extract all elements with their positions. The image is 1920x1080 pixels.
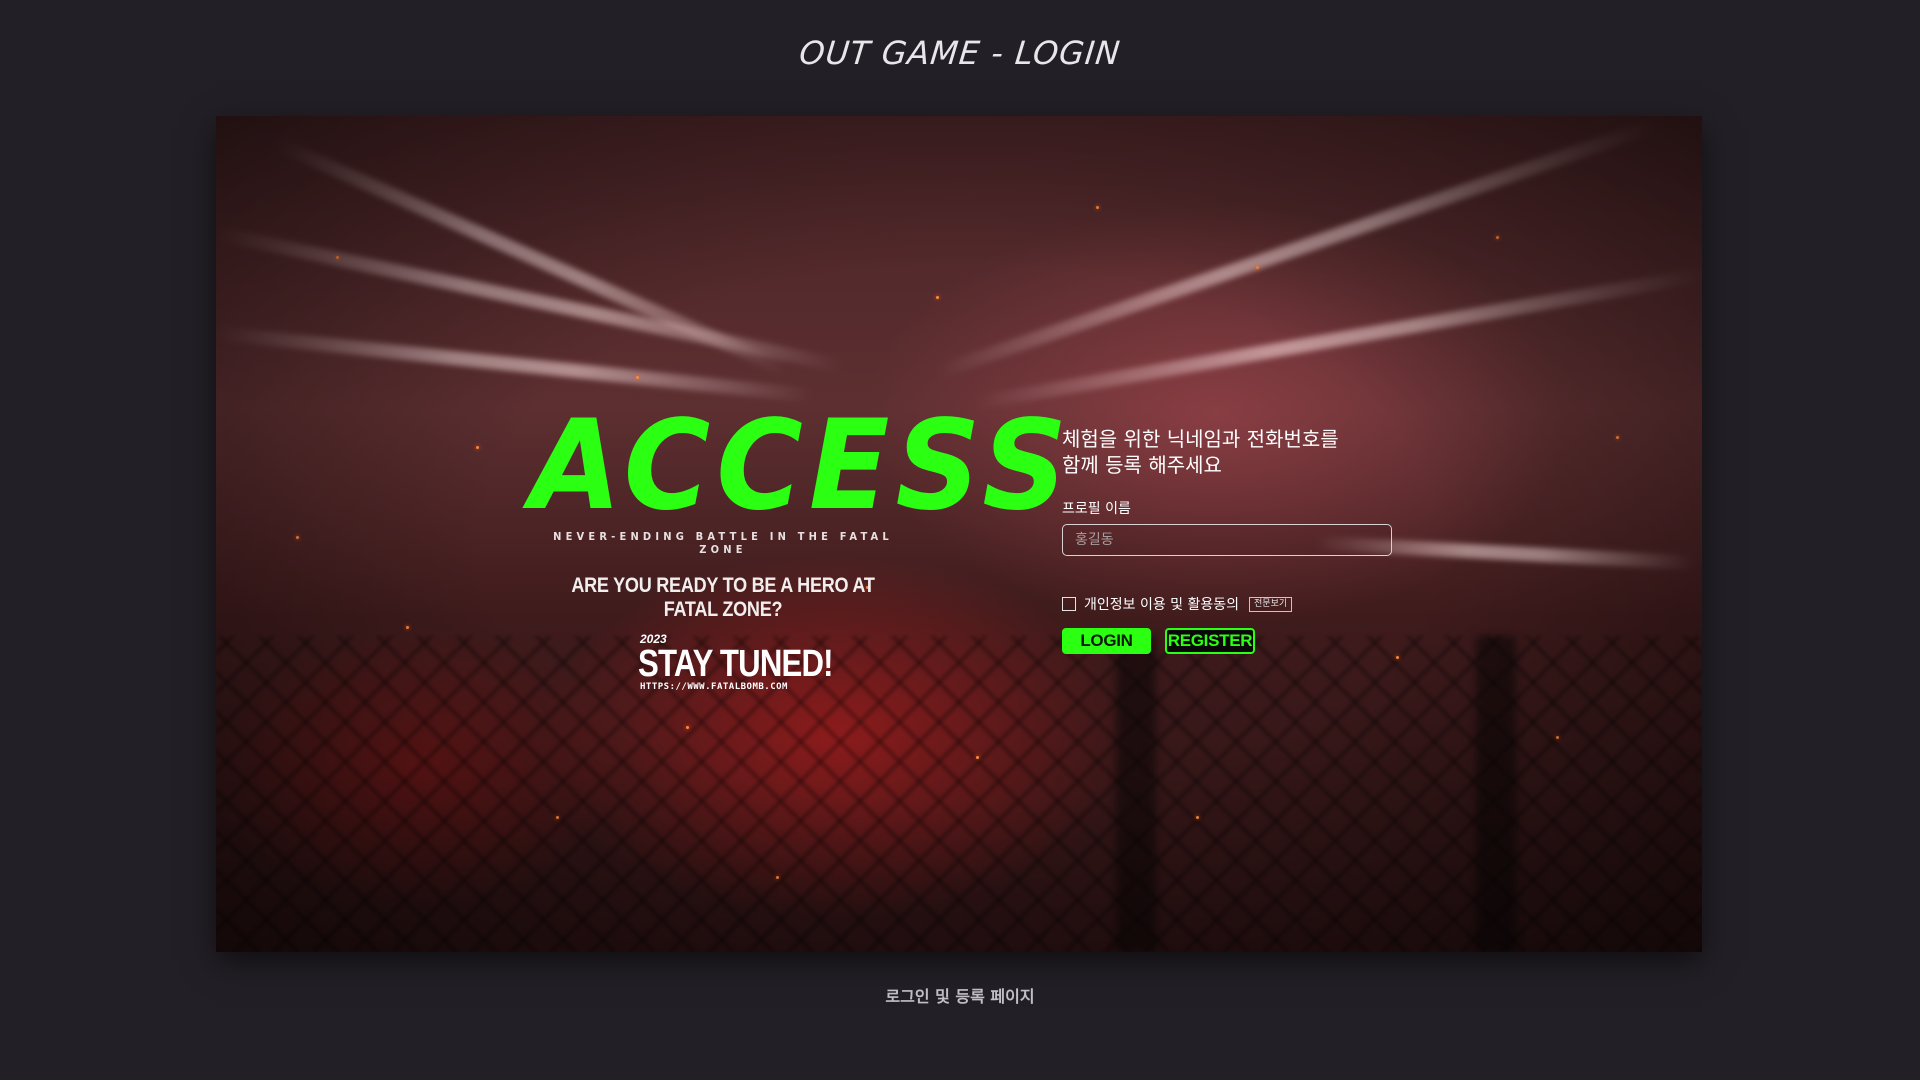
- hero-question: ARE YOU READY TO BE A HERO AT FATAL ZONE…: [571, 574, 875, 621]
- login-button[interactable]: LOGIN: [1062, 628, 1151, 654]
- profile-name-input[interactable]: [1062, 524, 1392, 556]
- consent-checkbox[interactable]: [1062, 597, 1076, 611]
- consent-label: 개인정보 이용 및 활용동의: [1084, 597, 1240, 613]
- hero-block: ACCESS NEVER-ENDING BATTLE IN THE FATAL …: [530, 392, 1074, 692]
- access-headline: ACCESS: [530, 392, 1074, 538]
- profile-name-label: 프로필 이름: [1062, 501, 1131, 517]
- login-panel: ACCESS NEVER-ENDING BATTLE IN THE FATAL …: [216, 116, 1702, 952]
- view-full-terms-button[interactable]: 전문보기: [1249, 596, 1293, 612]
- stay-tuned-text: STAY TUNED!: [638, 643, 834, 685]
- register-button[interactable]: REGISTER: [1165, 628, 1255, 654]
- stay-tuned-logo: 2023 STAY TUNED! HTTPS://WWW.FATALBOMB.C…: [638, 632, 834, 692]
- consent-row: 개인정보 이용 및 활용동의 전문보기: [1062, 594, 1402, 614]
- page-title: OUT GAME - LOGIN: [797, 34, 1123, 72]
- registration-form: 체험을 위한 닉네임과 전화번호를 함께 등록 해주세요 프로필 이름 개인정보…: [1062, 426, 1402, 654]
- form-title-line2: 함께 등록 해주세요: [1062, 453, 1222, 477]
- page-caption: 로그인 및 등록 페이지: [885, 987, 1035, 1006]
- button-row: LOGIN REGISTER: [1062, 628, 1402, 654]
- form-title-line1: 체험을 위한 닉네임과 전화번호를: [1062, 427, 1339, 451]
- form-title: 체험을 위한 닉네임과 전화번호를 함께 등록 해주세요: [1062, 426, 1402, 478]
